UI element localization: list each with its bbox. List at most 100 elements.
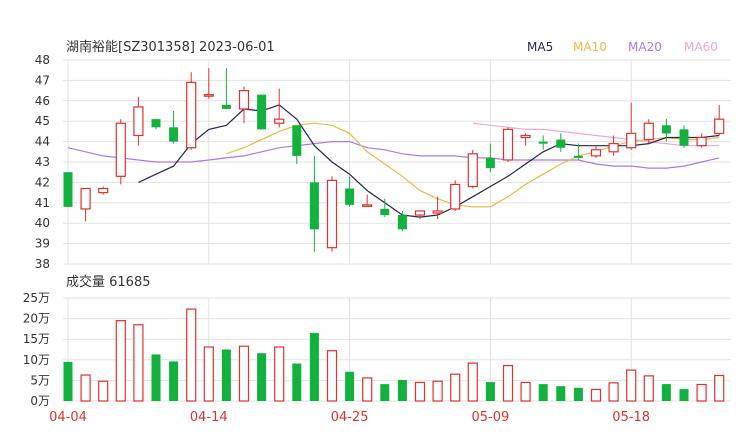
volume-bar bbox=[450, 373, 461, 402]
volume-bar bbox=[115, 320, 126, 402]
volume-bar bbox=[679, 389, 689, 401]
price-axis-ticks: 48 47 46 45 44 43 42 41 40 39 38 bbox=[35, 53, 50, 271]
date-tick-label: 04-04 bbox=[49, 410, 87, 425]
candle-body bbox=[414, 210, 426, 216]
price-tick-label: 46 bbox=[35, 94, 50, 108]
volume-bar bbox=[203, 346, 214, 402]
price-tick-label: 41 bbox=[35, 196, 50, 210]
chart-title: 湖南裕能[SZ301358] 2023-06-01 bbox=[66, 39, 275, 55]
volume-tick-label: 0万 bbox=[30, 394, 50, 408]
volume-axis-ticks: 25万 20万 15万 10万 5万 0万 bbox=[23, 291, 50, 408]
candle-body bbox=[151, 119, 161, 128]
candle-body bbox=[80, 187, 91, 210]
volume-bar bbox=[432, 380, 443, 402]
volume-bar bbox=[573, 387, 583, 401]
volume-bar bbox=[502, 364, 514, 402]
volume-label: 成交量 61685 bbox=[66, 274, 151, 290]
volume-bar bbox=[169, 361, 179, 401]
volume-bar bbox=[414, 381, 426, 402]
candle-body bbox=[98, 187, 109, 194]
candle-body bbox=[326, 179, 338, 249]
candle-body bbox=[590, 149, 602, 157]
candle-body bbox=[380, 208, 390, 216]
candle-body bbox=[257, 94, 267, 130]
date-tick-label: 04-25 bbox=[331, 410, 369, 425]
candle-body bbox=[714, 118, 725, 135]
volume-bar bbox=[292, 363, 302, 401]
volume-bars bbox=[63, 308, 725, 402]
candle-body bbox=[345, 188, 355, 205]
date-tick-label: 04-14 bbox=[190, 410, 228, 425]
candle-body bbox=[186, 81, 197, 149]
volume-bar bbox=[309, 333, 319, 401]
price-tick-label: 45 bbox=[35, 114, 50, 128]
candle-body bbox=[397, 215, 407, 230]
legend-ma60: MA60 bbox=[684, 40, 718, 54]
volume-bar bbox=[520, 381, 531, 402]
candle-body bbox=[115, 122, 126, 177]
volume-bar bbox=[696, 383, 707, 402]
volume-bar bbox=[63, 361, 73, 401]
volume-bar bbox=[590, 388, 602, 402]
candle-body bbox=[221, 104, 231, 109]
volume-bar bbox=[186, 308, 197, 402]
candle-body bbox=[309, 182, 319, 230]
candle-body bbox=[679, 129, 689, 146]
volume-bar bbox=[345, 371, 355, 401]
legend-ma5: MA5 bbox=[527, 40, 553, 54]
candle-body bbox=[63, 172, 73, 207]
date-tick-label: 05-09 bbox=[472, 410, 510, 425]
volume-bar bbox=[485, 382, 495, 401]
volume-bar bbox=[467, 362, 478, 402]
volume-bar bbox=[380, 384, 390, 401]
candlestick-series bbox=[63, 68, 725, 252]
date-tick-label: 05-18 bbox=[612, 410, 650, 425]
candle-body bbox=[362, 204, 373, 207]
candle-body bbox=[661, 125, 671, 134]
volume-bar bbox=[661, 384, 671, 401]
volume-bar bbox=[556, 386, 566, 401]
candle-body bbox=[520, 134, 531, 139]
candle-body bbox=[626, 132, 637, 149]
legend-ma20: MA20 bbox=[628, 40, 662, 54]
volume-bar bbox=[326, 350, 338, 402]
candle-body bbox=[432, 210, 443, 214]
price-tick-label: 44 bbox=[35, 135, 50, 149]
candle-body bbox=[573, 155, 583, 158]
stock-chart: 湖南裕能[SZ301358] 2023-06-01 MA5 MA10 MA20 … bbox=[23, 39, 731, 425]
volume-bar bbox=[643, 375, 654, 402]
volume-bar bbox=[151, 354, 161, 401]
legend-ma10: MA10 bbox=[573, 40, 607, 54]
candle-body bbox=[502, 128, 514, 161]
candle-body bbox=[238, 89, 250, 110]
candle-body bbox=[450, 183, 461, 210]
price-tick-label: 39 bbox=[35, 237, 50, 251]
candle-body bbox=[696, 136, 707, 147]
candle-body bbox=[292, 125, 302, 156]
price-tick-label: 48 bbox=[35, 53, 50, 67]
volume-bar bbox=[98, 380, 109, 402]
volume-bar bbox=[397, 379, 407, 401]
volume-tick-label: 20万 bbox=[23, 312, 50, 326]
volume-tick-label: 10万 bbox=[23, 353, 50, 367]
volume-bar bbox=[626, 369, 637, 402]
volume-bar bbox=[80, 374, 91, 402]
candle-body bbox=[169, 127, 179, 142]
volume-tick-label: 25万 bbox=[23, 291, 50, 305]
volume-bar bbox=[362, 377, 373, 402]
volume-tick-label: 5万 bbox=[30, 373, 50, 387]
volume-bar bbox=[274, 346, 285, 402]
volume-bar bbox=[538, 384, 548, 401]
volume-tick-label: 15万 bbox=[23, 332, 50, 346]
ma5-line bbox=[138, 104, 720, 218]
price-tick-label: 38 bbox=[35, 257, 50, 271]
candle-body bbox=[643, 122, 654, 141]
price-tick-label: 47 bbox=[35, 73, 50, 87]
chart-legend: MA5 MA10 MA20 MA60 bbox=[527, 40, 718, 54]
candle-body bbox=[556, 139, 566, 148]
candle-body bbox=[467, 153, 478, 188]
price-tick-label: 43 bbox=[35, 155, 50, 169]
moving-average-lines bbox=[67, 104, 720, 218]
candle-body bbox=[608, 143, 619, 153]
candle-body bbox=[203, 94, 214, 97]
